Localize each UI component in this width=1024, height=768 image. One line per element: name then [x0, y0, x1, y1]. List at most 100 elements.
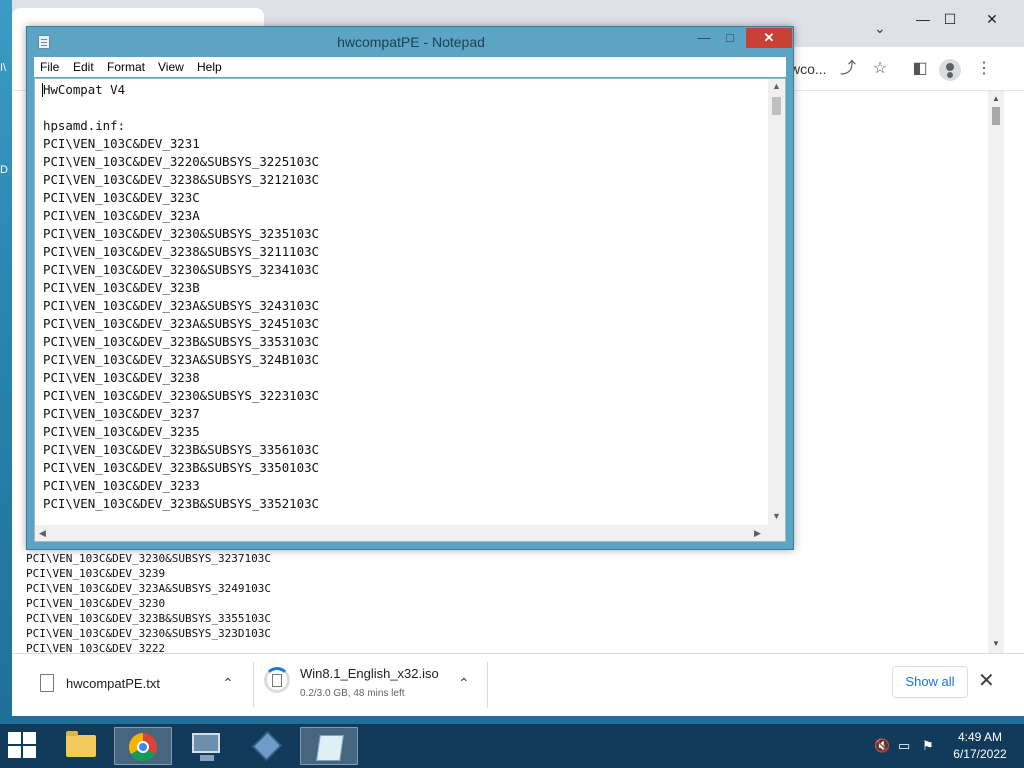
- chrome-close-button[interactable]: ✕: [977, 8, 1007, 30]
- scrollbar-thumb[interactable]: [772, 97, 781, 115]
- tab-search-chevron-icon[interactable]: ⌄: [874, 20, 886, 37]
- bookmark-star-icon[interactable]: ☆: [868, 57, 892, 81]
- page-text-line: PCI\VEN_103C&DEV_3239: [26, 567, 166, 580]
- scroll-right-icon[interactable]: ▶: [754, 528, 761, 539]
- taskbar-computer[interactable]: [176, 727, 234, 765]
- page-text-line: PCI\VEN_103C&DEV_323B&SUBSYS_3355103C: [26, 612, 272, 625]
- chevron-up-icon[interactable]: ⌃: [458, 675, 470, 692]
- notepad-text-area[interactable]: HwCompat V4 hpsamd.inf: PCI\VEN_103C&DEV_…: [34, 78, 786, 542]
- notepad-vertical-scrollbar[interactable]: ▲ ▼: [768, 79, 785, 525]
- taskbar-file-explorer[interactable]: [52, 727, 110, 765]
- menu-file[interactable]: File: [40, 60, 59, 74]
- taskbar: 🔇 ▭ ⚑ 4:49 AM 6/17/2022: [0, 724, 1024, 768]
- text-line: PCI\VEN_103C&DEV_3238&SUBSYS_3212103C: [43, 172, 320, 187]
- download-status: 0.2/3.0 GB, 48 mins left: [300, 688, 405, 699]
- text-line: HwCompat V4: [43, 82, 126, 97]
- taskbar-chrome[interactable]: [114, 727, 172, 765]
- virtualbox-icon: [252, 731, 282, 761]
- page-text-line: PCI\VEN_103C&DEV_3230&SUBSYS_3237103C: [26, 552, 272, 565]
- notepad-titlebar[interactable]: hwcompatPE - Notepad — □ ✕: [27, 27, 793, 57]
- text-line: PCI\VEN_103C&DEV_323B&SUBSYS_3353103C: [43, 334, 320, 349]
- download-item-iso[interactable]: Win8.1_English_x32.iso 0.2/3.0 GB, 48 mi…: [254, 662, 488, 708]
- notepad-text-content[interactable]: HwCompat V4 hpsamd.inf: PCI\VEN_103C&DEV_…: [43, 81, 319, 513]
- share-icon[interactable]: ⤴: [836, 57, 860, 81]
- resize-grip-icon[interactable]: [768, 525, 785, 541]
- notepad-horizontal-scrollbar[interactable]: ◀ ▶: [35, 525, 768, 541]
- desktop-edge-text-1: I\: [0, 62, 7, 74]
- download-bar-close-icon[interactable]: ✕: [978, 668, 995, 694]
- menu-kebab-icon[interactable]: ⋮: [972, 57, 996, 81]
- scroll-up-icon[interactable]: ▲: [992, 94, 1000, 103]
- notepad-title: hwcompatPE - Notepad: [337, 34, 485, 50]
- profile-avatar[interactable]: [939, 59, 961, 81]
- menu-edit[interactable]: Edit: [73, 60, 94, 74]
- text-line: PCI\VEN_103C&DEV_323B&SUBSYS_3352103C: [43, 496, 320, 511]
- scroll-left-icon[interactable]: ◀: [39, 528, 46, 539]
- page-scrollbar[interactable]: ▲ ▼: [988, 91, 1004, 653]
- text-line: PCI\VEN_103C&DEV_3220&SUBSYS_3225103C: [43, 154, 320, 169]
- page-text-line: PCI\VEN_103C&DEV_323A&SUBSYS_3249103C: [26, 582, 272, 595]
- text-line: PCI\VEN_103C&DEV_3230&SUBSYS_3234103C: [43, 262, 320, 277]
- text-line: PCI\VEN_103C&DEV_3238: [43, 370, 200, 385]
- text-line: PCI\VEN_103C&DEV_323A: [43, 208, 200, 223]
- taskbar-notepad[interactable]: [300, 727, 358, 765]
- notepad-menubar: File Edit Format View Help: [34, 57, 786, 77]
- text-line: hpsamd.inf:: [43, 118, 126, 133]
- page-text-line: PCI\VEN_103C&DEV_3230&SUBSYS_323D103C: [26, 627, 272, 640]
- download-bar: hwcompatPE.txt ⌃ Win8.1_English_x32.iso …: [12, 653, 1024, 716]
- download-filename: Win8.1_English_x32.iso: [300, 666, 439, 681]
- system-clock[interactable]: 4:49 AM 6/17/2022: [948, 729, 1012, 763]
- download-item-txt[interactable]: hwcompatPE.txt ⌃: [26, 662, 254, 708]
- chevron-up-icon[interactable]: ⌃: [222, 675, 234, 692]
- folder-icon: [66, 731, 96, 757]
- notepad-close-button[interactable]: ✕: [746, 28, 792, 48]
- action-center-flag-icon[interactable]: ⚑: [922, 738, 934, 754]
- text-line: PCI\VEN_103C&DEV_3235: [43, 424, 200, 439]
- scroll-down-icon[interactable]: ▼: [992, 639, 1000, 648]
- desktop-edge-text-2: D: [0, 164, 8, 176]
- page-text-line: PCI\VEN_103C&DEV_3230: [26, 597, 166, 610]
- chrome-minimize-button[interactable]: —: [908, 8, 938, 30]
- menu-help[interactable]: Help: [197, 60, 222, 74]
- page-text-line: PCI\VEN_103C&DEV_3222: [26, 642, 166, 653]
- text-line: [43, 99, 319, 117]
- text-line: PCI\VEN_103C&DEV_3230&SUBSYS_3235103C: [43, 226, 320, 241]
- scroll-up-icon[interactable]: ▲: [772, 81, 781, 91]
- notepad-minimize-button[interactable]: —: [691, 28, 717, 48]
- file-icon: [40, 674, 54, 692]
- chrome-maximize-button[interactable]: ☐: [935, 8, 965, 30]
- notepad-maximize-button[interactable]: □: [717, 28, 743, 48]
- network-icon[interactable]: ▭: [898, 738, 910, 754]
- taskbar-virtualbox[interactable]: [238, 727, 296, 765]
- scroll-down-icon[interactable]: ▼: [772, 511, 781, 521]
- computer-icon: [192, 733, 220, 761]
- scrollbar-thumb[interactable]: [992, 107, 1000, 125]
- text-line: PCI\VEN_103C&DEV_323A&SUBSYS_324B103C: [43, 352, 320, 367]
- notepad-window: hwcompatPE - Notepad — □ ✕ File Edit For…: [26, 26, 794, 550]
- text-line: PCI\VEN_103C&DEV_323B: [43, 280, 200, 295]
- chrome-icon: [129, 733, 157, 761]
- start-button[interactable]: [8, 732, 38, 760]
- text-line: PCI\VEN_103C&DEV_3233: [43, 478, 200, 493]
- omnibox-url[interactable]: wco...: [790, 61, 827, 77]
- text-line: PCI\VEN_103C&DEV_323B&SUBSYS_3356103C: [43, 442, 320, 457]
- notepad-icon: [316, 735, 344, 761]
- text-line: PCI\VEN_103C&DEV_323C: [43, 190, 200, 205]
- text-caret: [42, 83, 43, 97]
- menu-view[interactable]: View: [158, 60, 184, 74]
- menu-format[interactable]: Format: [107, 60, 145, 74]
- page-text-body: PCI\VEN_103C&DEV_3230&SUBSYS_3237103C PCI…: [26, 551, 271, 653]
- volume-muted-icon[interactable]: 🔇: [874, 738, 890, 754]
- text-line: PCI\VEN_103C&DEV_3230&SUBSYS_3223103C: [43, 388, 320, 403]
- download-progress-icon: [264, 667, 290, 693]
- text-line: PCI\VEN_103C&DEV_3238&SUBSYS_3211103C: [43, 244, 320, 259]
- text-line: PCI\VEN_103C&DEV_3231: [43, 136, 200, 151]
- download-filename: hwcompatPE.txt: [66, 676, 160, 691]
- clock-date: 6/17/2022: [953, 747, 1007, 761]
- side-panel-icon[interactable]: ◧: [908, 57, 932, 81]
- clock-time: 4:49 AM: [957, 730, 1003, 744]
- text-line: PCI\VEN_103C&DEV_3237: [43, 406, 200, 421]
- show-all-button[interactable]: Show all: [892, 666, 968, 698]
- text-line: PCI\VEN_103C&DEV_323B&SUBSYS_3350103C: [43, 460, 320, 475]
- text-line: PCI\VEN_103C&DEV_323A&SUBSYS_3245103C: [43, 316, 320, 331]
